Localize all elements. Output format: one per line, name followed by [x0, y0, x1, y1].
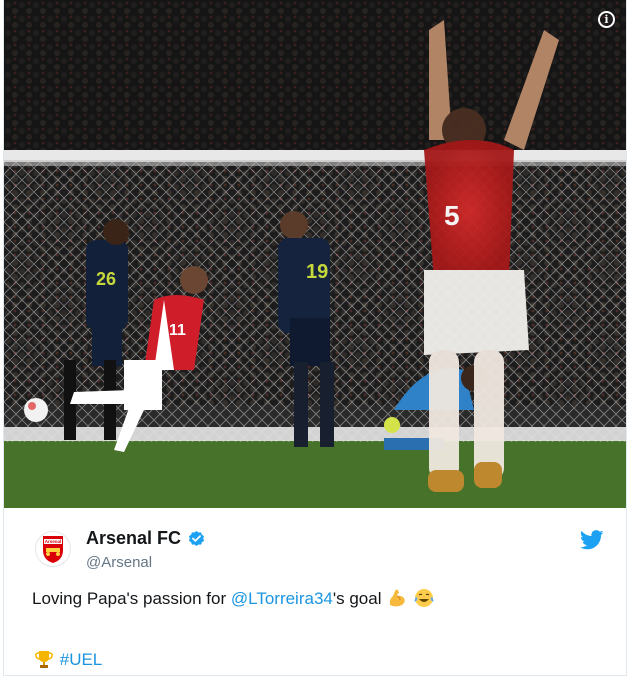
football-celebration-photo: 26 19 11 5 — [4, 0, 626, 508]
embedded-tweet-card: 26 19 11 5 i Arsenal Arsenal FC @Arsenal… — [3, 0, 627, 676]
avatar[interactable]: Arsenal — [35, 531, 71, 567]
account-name-row: Arsenal FC — [86, 528, 206, 549]
football — [24, 398, 48, 422]
tweet-text: Loving Papa's passion for @LTorreira34's… — [32, 587, 435, 609]
mention-link[interactable]: @LTorreira34 — [231, 589, 333, 608]
twitter-bird-icon[interactable] — [580, 530, 604, 550]
arsenal-crest-icon: Arsenal — [43, 536, 63, 563]
avatar-label: Arsenal — [45, 539, 62, 544]
tweet-header: Arsenal Arsenal FC @Arsenal — [4, 508, 626, 588]
tweet-text-start: Loving Papa's passion for — [32, 589, 231, 608]
trophy-emoji — [35, 651, 53, 668]
flexed-biceps-emoji — [390, 589, 405, 607]
info-icon[interactable]: i — [598, 11, 615, 28]
player-number: 26 — [96, 269, 116, 289]
tweet-text-end: 's goal — [332, 589, 387, 608]
player-number: 11 — [169, 322, 186, 339]
hashtag-line: #UEL — [33, 648, 102, 670]
player-number: 19 — [306, 261, 328, 283]
verified-badge-icon — [189, 530, 205, 547]
account-name[interactable]: Arsenal FC — [86, 528, 181, 549]
account-handle[interactable]: @Arsenal — [86, 554, 152, 571]
tears-of-joy-emoji — [414, 589, 434, 607]
player-number: 5 — [444, 200, 460, 231]
hashtag-link[interactable]: #UEL — [60, 650, 103, 669]
tweet-photo[interactable]: 26 19 11 5 i — [4, 0, 626, 508]
